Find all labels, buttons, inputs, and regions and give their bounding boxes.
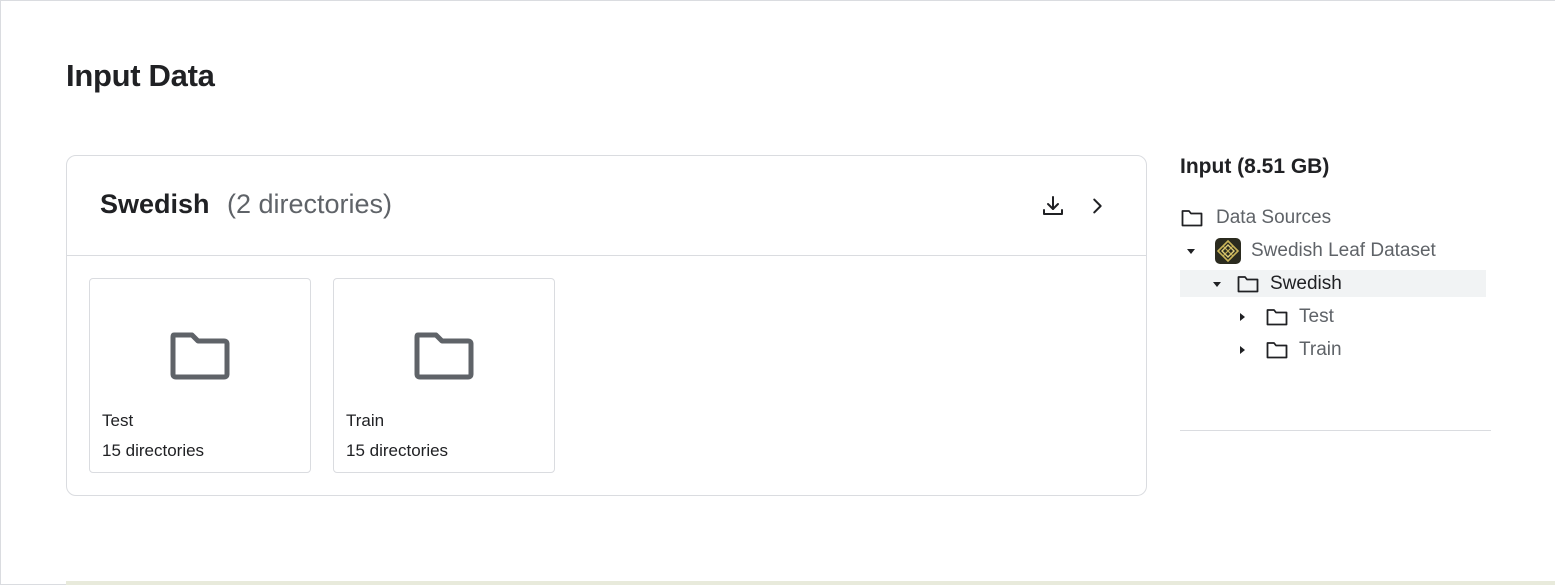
caret-down-icon[interactable] <box>1184 244 1198 258</box>
tree-item-swedish[interactable]: Swedish <box>1180 270 1486 297</box>
tree-item-train[interactable]: Train <box>1235 336 1342 363</box>
tile-name: Test <box>102 411 134 430</box>
bottom-strip <box>66 581 1555 585</box>
download-button[interactable] <box>1037 190 1069 222</box>
folder-icon <box>414 332 474 380</box>
tree-label: Swedish Leaf Dataset <box>1251 239 1436 261</box>
caret-down-icon[interactable] <box>1210 277 1224 291</box>
tile-meta: 15 directories <box>102 441 205 460</box>
directory-card: Swedish (2 directories) Test 15 director… <box>66 155 1147 496</box>
folder-icon <box>1180 207 1204 229</box>
tree-item-data-sources[interactable]: Data Sources <box>1180 204 1331 231</box>
tree-label: Test <box>1299 305 1334 327</box>
divider <box>1180 430 1491 431</box>
chevron-right-icon <box>1093 198 1102 214</box>
open-button[interactable] <box>1081 190 1113 222</box>
dataset-logo-icon <box>1215 237 1241 264</box>
tree-label: Train <box>1299 338 1342 360</box>
folder-tile-test[interactable]: Test 15 directories <box>89 278 311 473</box>
folder-tile-train[interactable]: Train 15 directories <box>333 278 555 473</box>
page-title: Input Data <box>66 58 215 93</box>
tile-name: Train <box>346 411 385 430</box>
directory-count: (2 directories) <box>227 189 393 219</box>
tree-label: Data Sources <box>1216 206 1332 228</box>
caret-right-icon[interactable] <box>1235 310 1249 324</box>
input-size-title: Input (8.51 GB) <box>1180 155 1330 178</box>
folder-icon <box>1265 339 1289 361</box>
download-icon <box>1043 196 1063 215</box>
folder-icon <box>170 332 230 380</box>
card-title: Swedish <box>100 189 210 219</box>
folder-icon <box>1265 306 1289 328</box>
caret-right-icon[interactable] <box>1235 343 1249 357</box>
tile-meta: 15 directories <box>346 441 449 460</box>
tree-item-dataset[interactable]: Swedish Leaf Dataset <box>1184 237 1436 264</box>
tree-item-test[interactable]: Test <box>1235 303 1334 330</box>
tree-label: Swedish <box>1270 272 1342 294</box>
card-header: Swedish (2 directories) <box>67 156 1146 256</box>
folder-icon <box>1236 273 1260 295</box>
